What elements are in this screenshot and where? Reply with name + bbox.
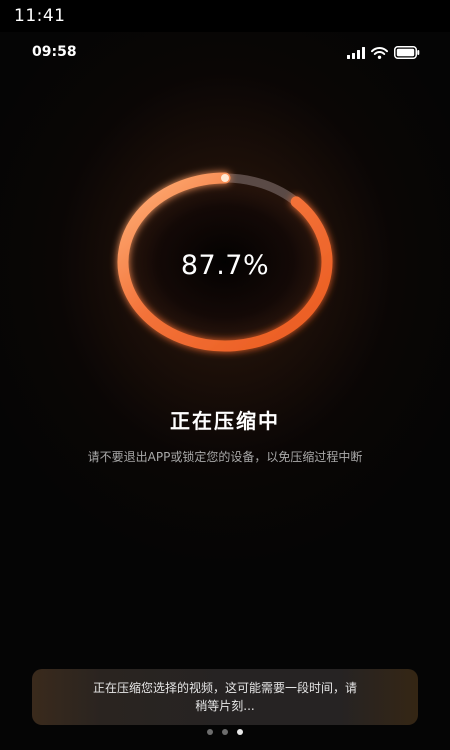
toast-message: 正在压缩您选择的视频，这可能需要一段时间，请稍等片刻... bbox=[92, 681, 357, 713]
status-time: 09:58 bbox=[32, 44, 77, 60]
page-dot bbox=[237, 729, 243, 735]
progress-head-dot bbox=[221, 174, 229, 182]
outer-status-bar: 11:41 bbox=[0, 0, 450, 32]
status-bar: 09:58 bbox=[0, 44, 450, 66]
page-indicator bbox=[0, 729, 450, 735]
status-icons bbox=[347, 46, 420, 59]
outer-status-time: 11:41 bbox=[14, 6, 66, 26]
page-dot bbox=[222, 729, 228, 735]
status-toast: 正在压缩您选择的视频，这可能需要一段时间，请稍等片刻... bbox=[32, 669, 418, 725]
page-title: 正在压缩中 bbox=[170, 409, 280, 433]
wifi-icon bbox=[371, 46, 388, 59]
compression-screen: 09:58 87.7% 正在压缩中 请不要退出APP或锁定您的设备，以免压缩过程… bbox=[0, 32, 450, 750]
progress-ring: 87.7% bbox=[105, 162, 345, 362]
progress-percent: 87.7% bbox=[180, 250, 270, 281]
page-dot bbox=[207, 729, 213, 735]
battery-icon bbox=[394, 46, 420, 59]
cellular-signal-icon bbox=[347, 46, 365, 59]
warning-message: 请不要退出APP或锁定您的设备，以免压缩过程中断 bbox=[87, 450, 363, 464]
